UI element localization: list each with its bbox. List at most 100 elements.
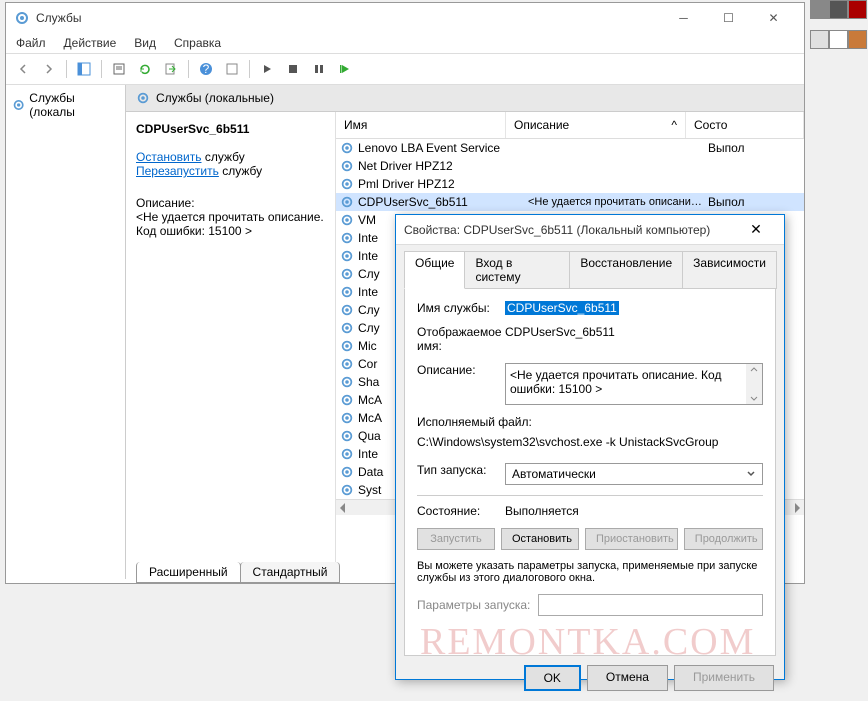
gear-icon xyxy=(340,447,354,461)
gear-icon xyxy=(340,339,354,353)
tree-root[interactable]: Службы (локалы xyxy=(12,91,119,119)
menu-help[interactable]: Справка xyxy=(174,36,221,50)
service-status: Выпол xyxy=(708,141,745,155)
gear-icon xyxy=(340,213,354,227)
dialog-title: Свойства: CDPUserSvc_6b511 (Локальный ко… xyxy=(404,223,736,237)
startup-label: Тип запуска: xyxy=(417,463,505,477)
dialog-tabs: Общие Вход в систему Восстановление Зави… xyxy=(396,245,784,289)
col-desc[interactable]: Описание^ xyxy=(506,112,686,138)
params-input[interactable] xyxy=(538,594,763,616)
service-name: Net Driver HPZ12 xyxy=(358,159,524,173)
gear-icon xyxy=(340,303,354,317)
textarea-scrollbar[interactable] xyxy=(746,364,762,404)
back-button[interactable] xyxy=(12,58,34,80)
export-button[interactable] xyxy=(160,58,182,80)
services-icon xyxy=(14,10,30,26)
tab-recovery[interactable]: Восстановление xyxy=(569,251,683,289)
table-header: Имя Описание^ Состо xyxy=(336,112,804,139)
service-name-label: Имя службы: xyxy=(417,301,505,315)
service-name: Lenovo LBA Event Service xyxy=(358,141,524,155)
dialog-buttons: OK Отмена Применить xyxy=(396,665,784,701)
description-box[interactable]: <Не удается прочитать описание. Код ошиб… xyxy=(505,363,763,405)
tree-panel: Службы (локалы xyxy=(6,85,126,579)
desc-label: Описание: xyxy=(417,363,505,377)
window-title: Службы xyxy=(36,11,661,25)
dialog-titlebar[interactable]: Свойства: CDPUserSvc_6b511 (Локальный ко… xyxy=(396,215,784,245)
svg-text:?: ? xyxy=(203,62,210,76)
help-button[interactable]: ? xyxy=(195,58,217,80)
tab-general[interactable]: Общие xyxy=(404,251,465,289)
apply-button: Применить xyxy=(674,665,774,691)
params-label: Параметры запуска: xyxy=(417,598,530,612)
startup-type-select[interactable]: Автоматически xyxy=(505,463,763,485)
play-button[interactable] xyxy=(256,58,278,80)
toolbar-icon[interactable] xyxy=(221,58,243,80)
stop-link[interactable]: Остановить xyxy=(136,150,202,164)
chevron-up-icon xyxy=(749,364,759,374)
gear-icon xyxy=(340,411,354,425)
restart-button[interactable] xyxy=(334,58,356,80)
maximize-button[interactable]: ☐ xyxy=(706,4,751,32)
col-name[interactable]: Имя xyxy=(336,112,506,138)
description-text: <Не удается прочитать описание. Код ошиб… xyxy=(136,210,325,238)
state-value: Выполняется xyxy=(505,504,763,518)
tab-logon[interactable]: Вход в систему xyxy=(464,251,570,289)
properties-button[interactable] xyxy=(108,58,130,80)
service-name: CDPUserSvc_6b511 xyxy=(358,195,524,209)
close-button[interactable]: ✕ xyxy=(751,4,796,32)
titlebar[interactable]: Службы ─ ☐ ✕ xyxy=(6,3,804,33)
menu-action[interactable]: Действие xyxy=(64,36,117,50)
tab-standard[interactable]: Стандартный xyxy=(240,562,341,583)
tab-dependencies[interactable]: Зависимости xyxy=(682,251,777,289)
chevron-down-icon xyxy=(746,469,756,479)
stop-service-button[interactable]: Остановить xyxy=(501,528,579,550)
gear-icon xyxy=(340,195,354,209)
resume-button: Продолжить xyxy=(684,528,763,550)
gear-icon xyxy=(340,267,354,281)
cancel-button[interactable]: Отмена xyxy=(587,665,668,691)
detail-panel: CDPUserSvc_6b511 Остановить службу Перез… xyxy=(126,112,336,579)
tab-extended[interactable]: Расширенный xyxy=(136,562,241,583)
refresh-button[interactable] xyxy=(134,58,156,80)
pause-button[interactable] xyxy=(308,58,330,80)
panel-header: Службы (локальные) xyxy=(126,85,804,112)
menu-view[interactable]: Вид xyxy=(134,36,156,50)
control-buttons: Запустить Остановить Приостановить Продо… xyxy=(417,528,763,550)
gear-icon xyxy=(340,483,354,497)
service-name: Pml Driver HPZ12 xyxy=(358,177,524,191)
service-row[interactable]: Lenovo LBA Event Service Выпол xyxy=(336,139,804,157)
stop-button[interactable] xyxy=(282,58,304,80)
selected-service-name: CDPUserSvc_6b511 xyxy=(136,122,325,136)
show-hide-button[interactable] xyxy=(73,58,95,80)
gear-icon xyxy=(340,231,354,245)
toolbar: ? xyxy=(6,54,804,85)
service-row[interactable]: Net Driver HPZ12 xyxy=(336,157,804,175)
gear-icon xyxy=(12,98,25,112)
state-label: Состояние: xyxy=(417,504,505,518)
start-button: Запустить xyxy=(417,528,495,550)
service-name-value[interactable]: CDPUserSvc_6b511 xyxy=(505,301,619,315)
gear-icon xyxy=(340,375,354,389)
service-status: Выпол xyxy=(708,195,745,209)
gear-icon xyxy=(340,285,354,299)
gear-icon xyxy=(340,465,354,479)
dialog-close-button[interactable]: ✕ xyxy=(736,221,776,238)
display-name-label: Отображаемое имя: xyxy=(417,325,505,353)
forward-button[interactable] xyxy=(38,58,60,80)
properties-dialog: Свойства: CDPUserSvc_6b511 (Локальный ко… xyxy=(395,214,785,680)
gear-icon xyxy=(340,393,354,407)
gear-icon xyxy=(340,321,354,335)
minimize-button[interactable]: ─ xyxy=(661,4,706,32)
tree-root-label: Службы (локалы xyxy=(29,91,119,119)
ok-button[interactable]: OK xyxy=(524,665,581,691)
restart-link[interactable]: Перезапустить xyxy=(136,164,219,178)
service-row[interactable]: CDPUserSvc_6b511 <Не удается прочитать о… xyxy=(336,193,804,211)
col-status[interactable]: Состо xyxy=(686,112,804,138)
help-text: Вы можете указать параметры запуска, при… xyxy=(417,560,763,584)
gear-icon xyxy=(340,249,354,263)
service-row[interactable]: Pml Driver HPZ12 xyxy=(336,175,804,193)
panel-title: Службы (локальные) xyxy=(156,91,274,105)
display-name-value: CDPUserSvc_6b511 xyxy=(505,325,763,339)
menu-file[interactable]: Файл xyxy=(16,36,46,50)
menubar: Файл Действие Вид Справка xyxy=(6,33,804,54)
